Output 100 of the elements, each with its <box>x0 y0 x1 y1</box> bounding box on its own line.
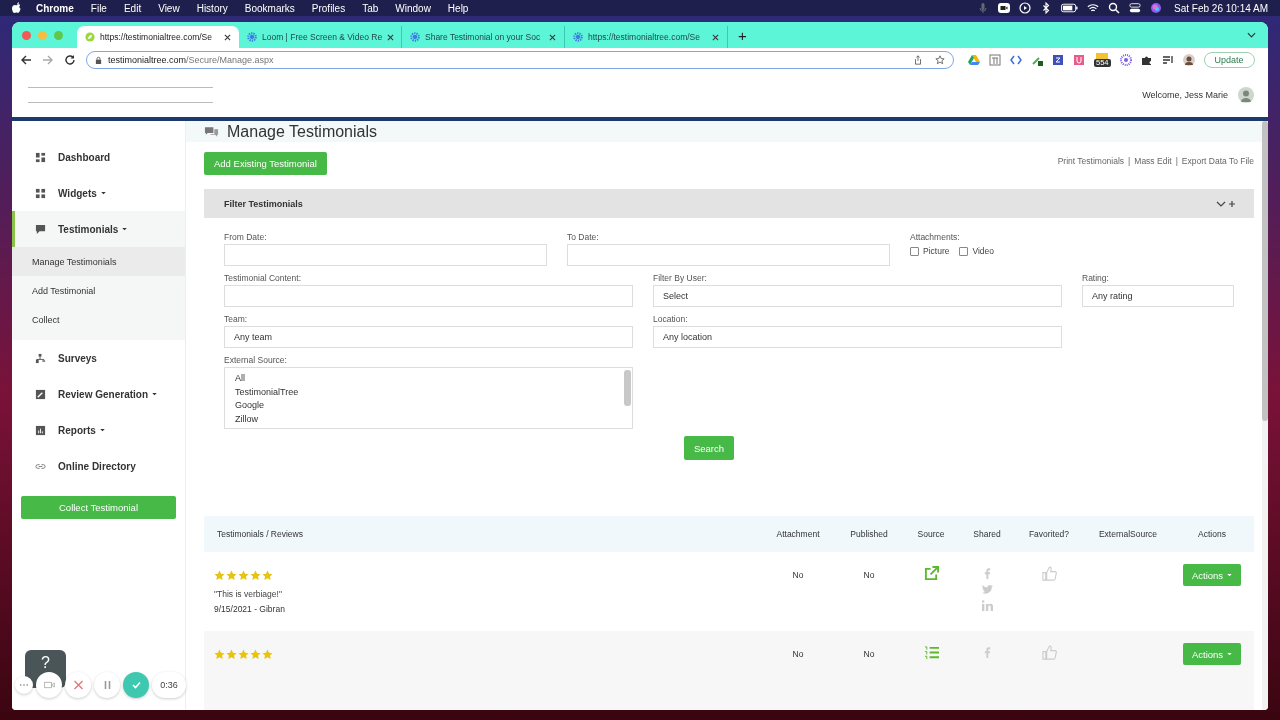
field-label: Attachments: <box>910 232 961 242</box>
leaf-icon <box>85 32 95 42</box>
date-field[interactable] <box>224 244 547 266</box>
caret-icon <box>100 191 106 195</box>
sidebar-item[interactable]: Widgets <box>12 175 185 211</box>
flower-icon[interactable] <box>1119 54 1132 66</box>
menu-item[interactable]: Tab <box>362 2 379 14</box>
close-icon[interactable] <box>549 33 556 41</box>
thumbs-up-icon[interactable] <box>1041 566 1057 581</box>
menu-item[interactable]: File <box>90 2 107 14</box>
table-cell: No <box>863 570 875 580</box>
expand-icon[interactable] <box>1216 199 1236 208</box>
submenu-item[interactable]: Manage Testimonials <box>12 247 185 276</box>
menu-item[interactable]: Help <box>447 2 469 14</box>
column-header: Attachment <box>775 529 821 539</box>
user-dropdown[interactable]: Select <box>653 285 1062 307</box>
filter-header[interactable]: Filter Testimonials <box>204 189 1254 218</box>
column-header: Source <box>916 529 946 539</box>
sidebar-item[interactable]: Review Generation <box>12 376 185 412</box>
separator: | <box>1128 156 1131 166</box>
date-field[interactable] <box>567 244 890 266</box>
list-option[interactable]: All <box>235 372 613 386</box>
list-option[interactable]: Google <box>235 399 613 413</box>
submenu-item[interactable]: Collect <box>12 305 185 334</box>
page-link[interactable]: Mass Edit <box>1134 156 1172 166</box>
chevron-down-icon[interactable] <box>1247 32 1256 38</box>
siri-icon[interactable] <box>1150 2 1163 14</box>
forward-icon[interactable] <box>42 54 54 66</box>
location-dropdown[interactable]: Any location <box>653 326 1062 348</box>
submenu-item[interactable]: Add Testimonial <box>12 276 185 305</box>
star-icon[interactable] <box>935 55 945 65</box>
close-icon[interactable] <box>712 33 719 41</box>
play-icon[interactable] <box>1019 2 1032 14</box>
rating-dropdown[interactable]: Any rating <box>1082 285 1234 307</box>
lock-icon <box>95 55 102 65</box>
checkbox[interactable] <box>910 246 919 256</box>
menu-item[interactable]: Profiles <box>311 2 346 14</box>
page-link[interactable]: Print Testimonials <box>1057 156 1125 166</box>
menu-clock[interactable]: Sat Feb 26 10:14 AM <box>1174 2 1268 14</box>
back-icon[interactable] <box>20 54 32 66</box>
new-tab-button[interactable]: + <box>738 26 747 44</box>
square-icon[interactable] <box>1073 54 1085 66</box>
close-icon[interactable] <box>387 33 395 41</box>
share-icon[interactable] <box>913 55 923 65</box>
column-header: Testimonials / Reviews <box>216 529 304 539</box>
apple-icon[interactable] <box>12 2 22 14</box>
wifi-icon[interactable] <box>1087 2 1100 14</box>
source-listbox[interactable]: All TestimonialTree Google Zillow <box>224 367 633 429</box>
team-dropdown[interactable]: Any team <box>224 326 633 348</box>
sidebar-item[interactable]: Dashboard <box>12 139 185 175</box>
chart-icon <box>35 424 46 436</box>
sidebar-item[interactable]: Testimonials <box>12 211 185 247</box>
calendar-icon[interactable] <box>989 54 1001 66</box>
text-field[interactable] <box>224 285 633 307</box>
table-cell: No <box>863 649 875 659</box>
control-center-icon[interactable] <box>1129 2 1142 14</box>
playlist-icon[interactable] <box>1161 54 1174 66</box>
microphone-icon[interactable] <box>977 2 990 14</box>
tab-title: https://testimonialtree.com/Se <box>588 32 701 42</box>
menu-item[interactable]: Window <box>395 2 431 14</box>
caret-icon <box>99 428 105 432</box>
menu-item[interactable]: Bookmarks <box>244 2 295 14</box>
video-camera-icon[interactable] <box>998 2 1011 14</box>
chat-icon <box>204 125 219 138</box>
list-option[interactable]: Zillow <box>235 412 613 426</box>
gear-icon <box>247 32 257 42</box>
sidebar-item[interactable]: Reports <box>12 412 185 448</box>
eyedropper-icon[interactable] <box>1031 54 1043 66</box>
app-menu[interactable]: Chrome <box>36 2 74 14</box>
battery-icon[interactable] <box>1061 2 1079 14</box>
reload-icon[interactable] <box>64 54 76 66</box>
filter-title: Filter Testimonials <box>224 198 304 209</box>
sidebar-item[interactable]: Online Directory <box>12 448 185 484</box>
search-icon[interactable] <box>1108 2 1121 14</box>
external-link-icon[interactable] <box>923 566 939 581</box>
close-window-button[interactable] <box>22 30 31 40</box>
avatar-icon[interactable] <box>1238 86 1254 103</box>
page-link[interactable]: Export Data To File <box>1181 156 1254 166</box>
square-icon[interactable] <box>1052 54 1064 66</box>
avatar-icon[interactable] <box>1182 54 1195 66</box>
menu-item[interactable]: History <box>196 2 228 14</box>
sidebar-item[interactable]: Surveys <box>12 340 185 376</box>
column-header: Shared <box>972 529 1002 539</box>
puzzle-icon[interactable] <box>1140 54 1153 66</box>
thumbs-up-icon[interactable] <box>1041 645 1057 660</box>
table-cell: No <box>792 649 804 659</box>
checkbox[interactable] <box>959 246 969 256</box>
caret-icon <box>1227 573 1233 577</box>
close-icon[interactable] <box>224 33 231 41</box>
checkbox-label: Picture <box>923 246 950 256</box>
separator: | <box>1175 156 1178 166</box>
gear-icon <box>573 32 583 42</box>
list-option[interactable]: TestimonialTree <box>235 385 613 399</box>
menu-item[interactable]: View <box>158 2 180 14</box>
triangle-icon[interactable] <box>968 54 980 66</box>
field-label: Rating: <box>1082 273 1110 283</box>
menu-item[interactable]: Edit <box>123 2 142 14</box>
list-icon[interactable] <box>923 645 939 660</box>
browser-tab[interactable]: https://testimonialtree.com/Se <box>77 26 239 48</box>
code-icon[interactable] <box>1010 54 1022 66</box>
